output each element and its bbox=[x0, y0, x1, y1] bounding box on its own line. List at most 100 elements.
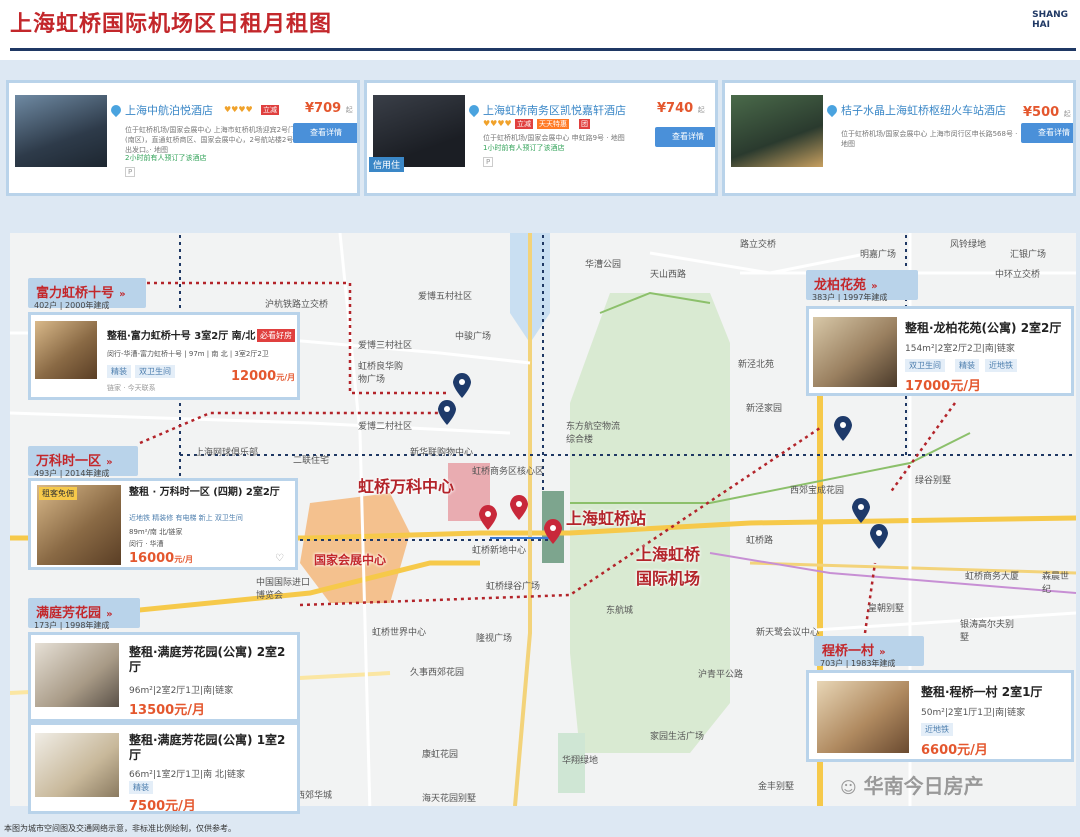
watermark-text: 华南今日房产 bbox=[863, 774, 984, 798]
map-label: 中骏广场 bbox=[455, 332, 492, 342]
listing-tag-vanke: 万科时一区 » 493户 | 2014年建成 bbox=[28, 446, 138, 478]
wechat-icon: ☺ bbox=[840, 778, 857, 797]
listing-details: 96m²|2室2厅1卫|南|链家 bbox=[129, 686, 234, 696]
community-meta: 383户 | 1997年建成 bbox=[812, 293, 888, 302]
map-label: 东航城 bbox=[606, 606, 634, 616]
listing-card-mantingfang-2[interactable]: 整租·满庭芳花园(公寓) 1室2厅 66m²|1室2厅1卫|南 北|链家 精装 … bbox=[28, 722, 300, 814]
booking-note: 2小时前有人预订了该酒店 bbox=[125, 154, 207, 162]
map-label: 二联住宅 bbox=[293, 456, 330, 466]
arrow-icon: » bbox=[879, 647, 886, 658]
community-meta: 703户 | 1983年建成 bbox=[820, 659, 896, 668]
listing-title[interactable]: 整租·富力虹桥十号 3室2厅 南/北 bbox=[107, 329, 255, 344]
map-label: 家园生活广场 bbox=[650, 732, 705, 742]
footer-note: 本图为城市空间图及交通网络示意，非标准比例绘制，仅供参考。 bbox=[4, 824, 236, 833]
listing-tag-mantingfang: 满庭芳花园 » 173户 | 1998年建成 bbox=[28, 598, 140, 630]
favorite-icon[interactable]: ♡ bbox=[275, 553, 284, 564]
free-fee-badge: 租客免佣 bbox=[39, 487, 77, 500]
map-label: 虹桥良华购物广场 bbox=[358, 362, 404, 385]
title-underline bbox=[10, 48, 1076, 51]
hotel-card-2[interactable]: 信用住 上海虹桥南务区凯悦嘉轩酒店 ♥♥♥♥ 立减 天天特惠 团 ¥740 起 … bbox=[364, 80, 718, 196]
discount-badge: 立减 bbox=[261, 105, 279, 115]
hotel-price: ¥709 起 bbox=[305, 101, 353, 116]
view-details-button[interactable]: 查看详情 bbox=[655, 127, 715, 147]
listing-tag: 精装 bbox=[129, 781, 153, 794]
hotel-card-1[interactable]: 上海中航泊悦酒店 ♥♥♥♥ 立减 ¥709 起 位于虹桥机场/国家会展中心 上海… bbox=[6, 80, 360, 196]
map-label: 虹桥绿谷广场 bbox=[486, 582, 541, 592]
map-label: 新华联购物中心 bbox=[410, 448, 474, 458]
view-details-button[interactable]: 查看详情 bbox=[1021, 123, 1073, 143]
map-label: 海天花园别墅 bbox=[422, 794, 477, 804]
city-mark-line2: HAI bbox=[1032, 20, 1050, 30]
expo-label: 国家会展中心 bbox=[314, 553, 387, 567]
map-label: 中国国际进口博览会 bbox=[256, 578, 311, 601]
listing-card-mantingfang-1[interactable]: 整租·满庭芳花园(公寓) 2室2厅 96m²|2室2厅1卫|南|链家 13500… bbox=[28, 632, 300, 722]
map-label: 沪青平公路 bbox=[698, 670, 744, 680]
listing-title[interactable]: 整租 · 万科时一区 (四期) 2室2厅 bbox=[129, 485, 291, 500]
listing-title[interactable]: 整租·程桥一村 2室1厅 bbox=[921, 685, 1042, 700]
arrow-icon: » bbox=[119, 289, 126, 300]
agent-note: 链家 · 今天联系 bbox=[107, 384, 156, 392]
map-label: 银涛高尔夫别墅 bbox=[960, 620, 1015, 643]
community-name: 富力虹桥十号 bbox=[36, 286, 115, 301]
location-icon bbox=[466, 102, 482, 118]
map-label: 新天鹭会议中心 bbox=[756, 628, 820, 638]
listing-price: 6600元/月 bbox=[921, 743, 988, 758]
vanke-center-label: 虹桥万科中心 bbox=[358, 477, 455, 496]
listing-card-longbai[interactable]: 整租·龙柏花苑(公寓) 2室2厅 154m²|2室2厅2卫|南|链家 双卫生间 … bbox=[806, 306, 1074, 396]
parking-icon: P bbox=[483, 157, 494, 167]
map-label: 隆视广场 bbox=[476, 634, 513, 644]
parking-icon: P bbox=[125, 167, 136, 177]
hotel-name[interactable]: 桔子水晶上海虹桥枢纽火车站酒店 bbox=[841, 102, 1006, 118]
listing-price: 12000元/月 bbox=[231, 369, 296, 384]
listing-photo bbox=[817, 681, 909, 753]
map-label: 中环立交桥 bbox=[995, 270, 1041, 280]
map-label: 虹桥商务区核心区 bbox=[472, 467, 545, 477]
listing-title[interactable]: 整租·龙柏花苑(公寓) 2室2厅 bbox=[905, 321, 1061, 336]
map-label: 上海网球俱乐部 bbox=[195, 448, 259, 458]
map-label: 风铃绿地 bbox=[950, 240, 987, 250]
listing-details: 50m²|2室1厅1卫|南|链家 bbox=[921, 708, 1026, 718]
community-name: 程桥一村 bbox=[822, 644, 875, 659]
map-label: 西郊华城 bbox=[296, 791, 333, 801]
map-label: 虹桥世界中心 bbox=[372, 628, 427, 638]
map-label: 绿谷别墅 bbox=[915, 476, 952, 486]
listing-photo bbox=[35, 733, 119, 797]
rating-diamonds: ♥♥♥♥ bbox=[483, 119, 512, 128]
listing-price: 16000元/月 bbox=[129, 551, 194, 566]
community-meta: 402户 | 2000年建成 bbox=[34, 301, 110, 310]
hotel-address: 位于虹桥机场/国家会展中心 上海市虹桥机场迎宾2号门(南区)，直通虹桥商区、国家… bbox=[125, 126, 296, 154]
listing-title[interactable]: 整租·满庭芳花园(公寓) 2室2厅 bbox=[129, 645, 289, 675]
listing-title[interactable]: 整租·满庭芳花园(公寓) 1室2厅 bbox=[129, 733, 289, 763]
hotel-address: 位于虹桥机场/国家会展中心 上海市闵行区申长路568号 · 地图 bbox=[841, 130, 1018, 148]
listing-details: 闵行-华漕-富力虹桥十号 | 97m | 南 北 | 3室2厅2卫 bbox=[107, 350, 269, 358]
listing-tag: 精装 bbox=[107, 365, 131, 378]
location-icon bbox=[108, 102, 124, 118]
listing-price: 17000元/月 bbox=[905, 379, 981, 394]
listing-price: 13500元/月 bbox=[129, 703, 205, 718]
arrow-icon: » bbox=[871, 281, 878, 292]
hotel-name[interactable]: 上海中航泊悦酒店 bbox=[125, 102, 213, 118]
source-watermark: ☺ 华南今日房产 bbox=[840, 770, 984, 799]
listing-card-chengqiao[interactable]: 整租·程桥一村 2室1厅 50m²|2室1厅1卫|南|链家 近地铁 6600元/… bbox=[806, 670, 1074, 762]
credit-stay-label: 信用住 bbox=[369, 157, 405, 172]
hotel-photo bbox=[15, 95, 107, 167]
map-label: 森晨世纪 bbox=[1042, 572, 1070, 595]
hotel-card-3[interactable]: 桔子水晶上海虹桥枢纽火车站酒店 ¥500 起 位于虹桥机场/国家会展中心 上海市… bbox=[722, 80, 1076, 196]
listing-card-fuli[interactable]: 整租·富力虹桥十号 3室2厅 南/北 必看好房 闵行-华漕-富力虹桥十号 | 9… bbox=[28, 312, 300, 400]
hotel-name[interactable]: 上海虹桥南务区凯悦嘉轩酒店 bbox=[483, 102, 626, 118]
hotel-address: 位于虹桥机场/国家会展中心 申虹路9号 · 地图 bbox=[483, 134, 625, 142]
page-title: 上海虹桥国际机场区日租月租图 bbox=[10, 12, 333, 37]
map-label: 天山西路 bbox=[650, 270, 687, 280]
booking-note: 1小时前有人预订了该酒店 bbox=[483, 144, 565, 152]
discount-badge: 立减 bbox=[515, 119, 533, 129]
listing-tag: 近地铁 bbox=[921, 723, 953, 736]
map-label: 西郊宝成花园 bbox=[790, 486, 845, 496]
rating-diamonds: ♥♥♥♥ bbox=[224, 105, 253, 114]
listing-tag-fuli: 富力虹桥十号 » 402户 | 2000年建成 bbox=[28, 278, 146, 310]
map-label: 新泾北苑 bbox=[738, 360, 775, 370]
hotel-price: ¥500 起 bbox=[1023, 105, 1071, 120]
listing-card-vanke[interactable]: 租客免佣 整租 · 万科时一区 (四期) 2室2厅 近地铁 精装修 有电梯 新上… bbox=[28, 478, 298, 570]
listing-photo bbox=[813, 317, 897, 387]
view-details-button[interactable]: 查看详情 bbox=[293, 123, 357, 143]
listing-details: 89m²/南 北/链家 bbox=[129, 528, 183, 536]
